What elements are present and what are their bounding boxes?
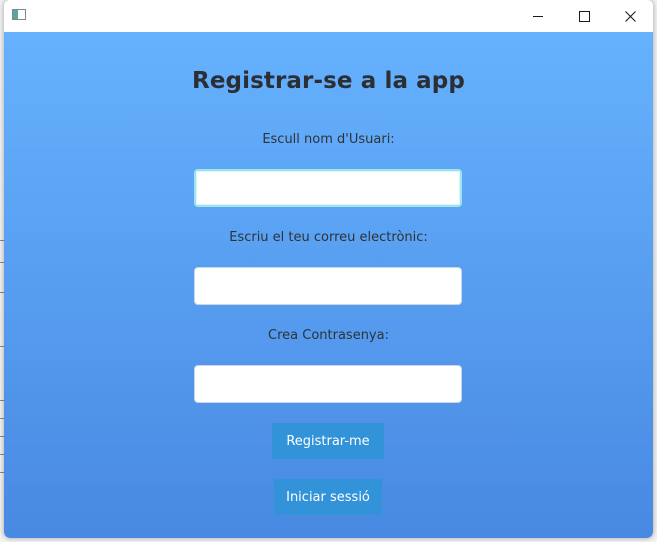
password-label: Crea Contrasenya: bbox=[268, 328, 389, 343]
maximize-icon bbox=[578, 10, 590, 22]
username-label: Escull nom d'Usuari: bbox=[262, 132, 395, 147]
java-app-icon bbox=[12, 9, 26, 20]
window-controls bbox=[515, 0, 653, 32]
password-input[interactable] bbox=[194, 365, 462, 403]
title-bar[interactable] bbox=[4, 0, 653, 32]
login-button[interactable]: Iniciar sessió bbox=[274, 479, 382, 515]
close-icon bbox=[624, 10, 636, 22]
page-title: Registrar-se a la app bbox=[192, 68, 465, 94]
email-input[interactable] bbox=[194, 267, 462, 305]
registration-panel: Registrar-se a la app Escull nom d'Usuar… bbox=[4, 32, 653, 538]
register-button[interactable]: Registrar-me bbox=[272, 423, 384, 459]
app-window: Registrar-se a la app Escull nom d'Usuar… bbox=[4, 0, 653, 538]
close-button[interactable] bbox=[607, 0, 653, 32]
minimize-button[interactable] bbox=[515, 0, 561, 32]
minimize-icon bbox=[533, 16, 543, 17]
email-label: Escriu el teu correu electrònic: bbox=[229, 230, 428, 245]
maximize-button[interactable] bbox=[561, 0, 607, 32]
username-input[interactable] bbox=[194, 169, 462, 207]
